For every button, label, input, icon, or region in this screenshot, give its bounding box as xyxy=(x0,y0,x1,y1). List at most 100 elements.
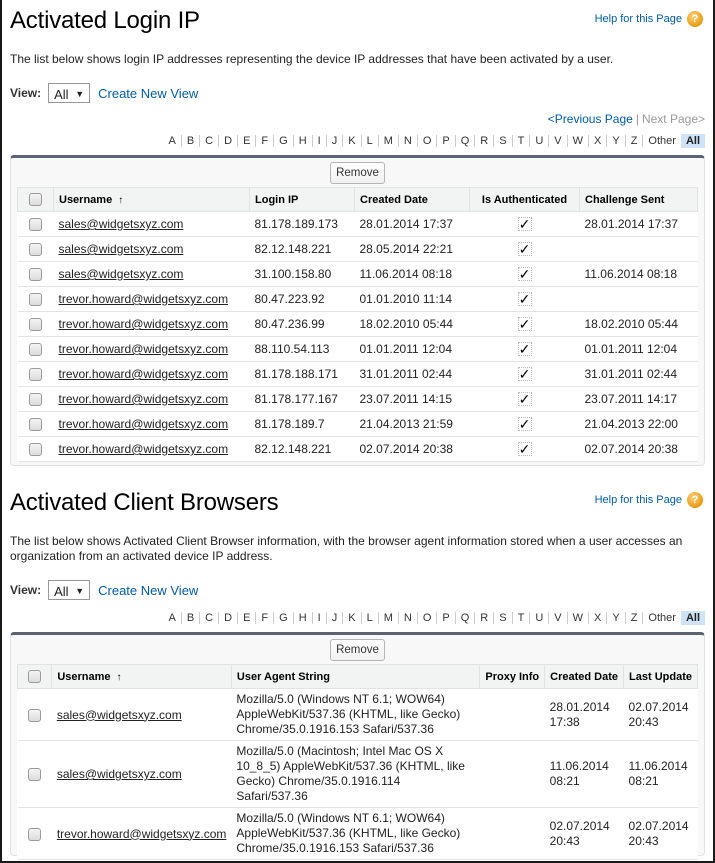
row-checkbox[interactable] xyxy=(29,243,42,257)
create-new-view-link[interactable]: Create New View xyxy=(98,583,198,598)
username-link[interactable]: trevor.howard@widgetsxyz.com xyxy=(59,417,229,431)
row-checkbox[interactable] xyxy=(29,268,42,282)
alpha-filter-a[interactable]: A xyxy=(163,135,182,147)
alpha-filter-i[interactable]: I xyxy=(313,612,327,624)
remove-button[interactable]: Remove xyxy=(330,639,385,661)
column-header-challenge-sent[interactable]: Challenge Sent xyxy=(579,187,698,212)
alpha-filter-b[interactable]: B xyxy=(182,612,201,624)
alpha-filter-x[interactable]: X xyxy=(589,135,608,147)
alpha-filter-n[interactable]: N xyxy=(399,135,418,147)
alpha-filter-e[interactable]: E xyxy=(238,612,257,624)
column-header-proxy-info[interactable]: Proxy Info xyxy=(479,664,546,689)
alpha-filter-p[interactable]: P xyxy=(437,135,456,147)
alpha-filter-s[interactable]: S xyxy=(494,135,513,147)
alpha-filter-r[interactable]: R xyxy=(475,135,495,147)
username-link[interactable]: trevor.howard@widgetsxyz.com xyxy=(59,442,229,456)
alpha-filter-g[interactable]: G xyxy=(274,612,294,624)
alpha-filter-y[interactable]: Y xyxy=(607,612,626,624)
alpha-filter-z[interactable]: Z xyxy=(626,135,644,147)
row-checkbox[interactable] xyxy=(28,708,42,722)
alpha-filter-q[interactable]: Q xyxy=(456,612,476,624)
alpha-filter-w[interactable]: W xyxy=(568,612,589,624)
alpha-filter-u[interactable]: U xyxy=(530,135,550,147)
row-checkbox[interactable] xyxy=(29,418,42,432)
alpha-filter-other[interactable]: Other xyxy=(643,612,681,624)
alpha-filter-s[interactable]: S xyxy=(494,612,513,624)
column-header-user-agent-string[interactable]: User Agent String xyxy=(230,664,481,689)
alpha-filter-d[interactable]: D xyxy=(219,612,239,624)
alpha-filter-all[interactable]: All xyxy=(680,134,705,148)
alpha-filter-n[interactable]: N xyxy=(399,612,418,624)
alpha-filter-m[interactable]: M xyxy=(379,135,399,147)
alpha-filter-h[interactable]: H xyxy=(294,135,313,147)
alpha-filter-o[interactable]: O xyxy=(418,135,438,147)
row-checkbox[interactable] xyxy=(29,443,42,457)
alpha-filter-p[interactable]: P xyxy=(437,612,456,624)
alpha-filter-k[interactable]: K xyxy=(343,612,362,624)
help-link[interactable]: Help for this Page ? xyxy=(595,11,703,27)
row-checkbox[interactable] xyxy=(29,293,42,307)
alpha-filter-d[interactable]: D xyxy=(219,135,239,147)
alpha-filter-r[interactable]: R xyxy=(475,612,495,624)
previous-page-link[interactable]: <Previous Page xyxy=(548,112,633,126)
alpha-filter-q[interactable]: Q xyxy=(456,135,476,147)
view-select[interactable]: All ▼ xyxy=(48,580,91,600)
alpha-filter-k[interactable]: K xyxy=(343,135,362,147)
row-checkbox[interactable] xyxy=(29,393,42,407)
username-link[interactable]: sales@widgetsxyz.com xyxy=(59,267,184,281)
alpha-filter-g[interactable]: G xyxy=(274,135,294,147)
username-link[interactable]: sales@widgetsxyz.com xyxy=(59,217,184,231)
column-header-created-date[interactable]: Created Date xyxy=(544,664,625,689)
alpha-filter-l[interactable]: L xyxy=(362,135,379,147)
view-select[interactable]: All ▼ xyxy=(48,83,91,103)
row-checkbox[interactable] xyxy=(29,218,42,232)
alpha-filter-t[interactable]: T xyxy=(513,612,531,624)
alpha-filter-v[interactable]: V xyxy=(549,135,568,147)
username-link[interactable]: trevor.howard@widgetsxyz.com xyxy=(59,392,229,406)
alpha-filter-f[interactable]: F xyxy=(256,135,275,147)
alpha-filter-j[interactable]: J xyxy=(327,612,344,624)
username-link[interactable]: trevor.howard@widgetsxyz.com xyxy=(57,827,227,841)
alpha-filter-t[interactable]: T xyxy=(513,135,531,147)
alpha-filter-c[interactable]: C xyxy=(200,612,220,624)
row-checkbox[interactable] xyxy=(29,343,42,357)
select-all-checkbox[interactable] xyxy=(28,670,42,683)
username-link[interactable]: trevor.howard@widgetsxyz.com xyxy=(59,292,229,306)
alpha-filter-m[interactable]: M xyxy=(379,612,399,624)
alpha-filter-j[interactable]: J xyxy=(327,135,344,147)
alpha-filter-a[interactable]: A xyxy=(163,612,182,624)
column-header-last-update[interactable]: Last Update xyxy=(623,664,698,689)
alpha-filter-other[interactable]: Other xyxy=(643,135,681,147)
row-checkbox[interactable] xyxy=(28,827,42,841)
remove-button[interactable]: Remove xyxy=(330,162,385,184)
create-new-view-link[interactable]: Create New View xyxy=(98,86,198,101)
alpha-filter-c[interactable]: C xyxy=(200,135,220,147)
column-header-username[interactable]: Username ↑ xyxy=(51,664,232,689)
alpha-filter-z[interactable]: Z xyxy=(626,612,644,624)
column-header-login-ip[interactable]: Login IP xyxy=(249,187,355,212)
column-header-created-date[interactable]: Created Date xyxy=(354,187,470,212)
alpha-filter-w[interactable]: W xyxy=(568,135,589,147)
username-link[interactable]: trevor.howard@widgetsxyz.com xyxy=(59,367,229,381)
alpha-filter-y[interactable]: Y xyxy=(607,135,626,147)
column-header-is-authenticated[interactable]: Is Authenticated xyxy=(469,187,580,212)
row-checkbox[interactable] xyxy=(28,768,42,782)
username-link[interactable]: sales@widgetsxyz.com xyxy=(57,708,182,722)
alpha-filter-all[interactable]: All xyxy=(680,611,705,625)
alpha-filter-h[interactable]: H xyxy=(294,612,313,624)
username-link[interactable]: trevor.howard@widgetsxyz.com xyxy=(59,317,229,331)
alpha-filter-b[interactable]: B xyxy=(182,135,201,147)
alpha-filter-e[interactable]: E xyxy=(238,135,257,147)
select-all-checkbox[interactable] xyxy=(29,193,42,206)
alpha-filter-x[interactable]: X xyxy=(589,612,608,624)
alpha-filter-l[interactable]: L xyxy=(362,612,379,624)
row-checkbox[interactable] xyxy=(29,318,42,332)
alpha-filter-i[interactable]: I xyxy=(313,135,327,147)
username-link[interactable]: sales@widgetsxyz.com xyxy=(57,767,182,781)
alpha-filter-v[interactable]: V xyxy=(549,612,568,624)
alpha-filter-u[interactable]: U xyxy=(530,612,550,624)
row-checkbox[interactable] xyxy=(29,368,42,382)
column-header-username[interactable]: Username ↑ xyxy=(53,187,250,212)
alpha-filter-f[interactable]: F xyxy=(256,612,275,624)
help-link[interactable]: Help for this Page ? xyxy=(595,492,703,508)
